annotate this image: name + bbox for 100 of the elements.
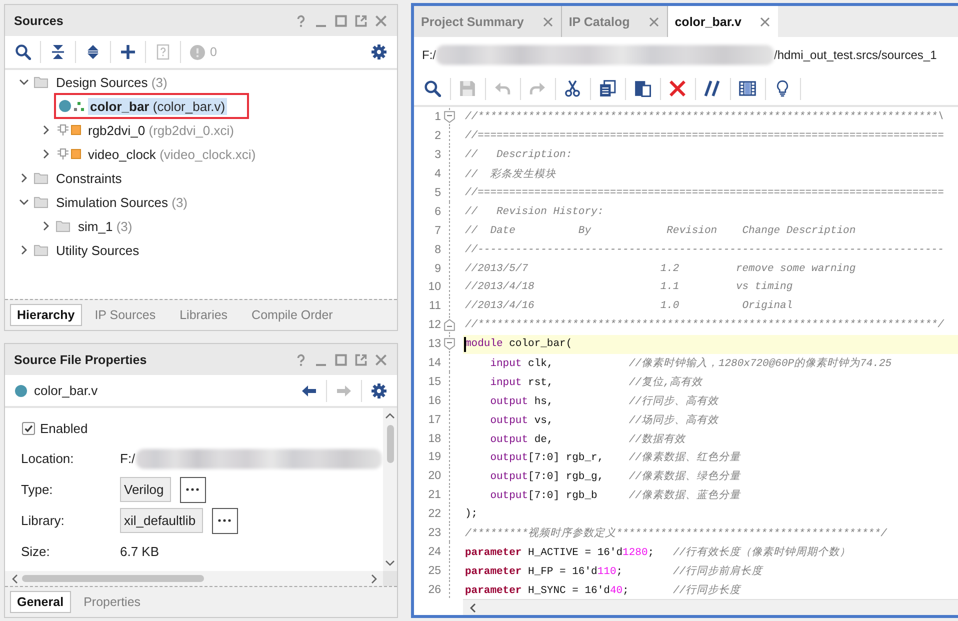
value-field[interactable]: xil_defaultlib (120, 508, 203, 533)
fold-start-icon[interactable] (444, 338, 454, 350)
comment-icon[interactable] (704, 80, 721, 97)
code-line: //*************************************************************************\ (465, 111, 944, 124)
line-number: 21 (427, 489, 441, 502)
maximize-icon[interactable] (335, 354, 347, 366)
scroll-right-icon[interactable] (371, 574, 377, 584)
column-select-icon[interactable] (739, 80, 756, 97)
tree-item[interactable]: Simulation Sources (3) (54, 194, 190, 210)
pop-out-icon[interactable] (355, 354, 367, 366)
scroll-down-icon[interactable] (385, 560, 395, 566)
panel-tab[interactable]: Compile Order (240, 304, 344, 326)
tree-item[interactable]: color_bar (color_bar.v) (88, 98, 228, 114)
code-line: output hs, //行同步、高有效 (489, 394, 718, 408)
code-line: /*********视频时序参数定义******************************************/ (465, 526, 887, 540)
code-line: output[7:0] rgb_g, //像素数据、绿色分量 (489, 469, 740, 484)
panel-title: Sources (14, 14, 64, 28)
delete-icon[interactable] (669, 80, 686, 97)
close-icon[interactable] (542, 16, 553, 26)
back-arrow-icon[interactable] (301, 382, 317, 398)
line-number: 9 (434, 262, 441, 275)
line-number: 13 (427, 338, 441, 350)
help-icon[interactable] (295, 14, 307, 26)
browse-button[interactable] (180, 476, 206, 502)
code-line: output de, //数据有效 (489, 432, 686, 446)
chevron-right-icon[interactable] (41, 221, 51, 231)
panel-tab[interactable]: Properties (72, 591, 152, 613)
value-field[interactable]: Verilog (120, 477, 171, 502)
tree-item[interactable]: sim_1 (3) (76, 218, 134, 234)
file-path-text: /hdmi_out_test.srcs/sources_1 (774, 48, 937, 62)
tree-item[interactable]: Constraints (54, 170, 124, 186)
scroll-left-icon[interactable] (470, 602, 476, 612)
chevron-down-icon[interactable] (19, 197, 29, 207)
checkbox[interactable] (22, 422, 35, 434)
scroll-left-icon[interactable] (12, 574, 18, 584)
text-cursor (464, 336, 466, 352)
line-number: 18 (427, 432, 441, 445)
code-line: output vs, //场同步、高有效 (489, 413, 718, 427)
panel-tab[interactable]: IP Sources (84, 304, 167, 326)
plus-icon[interactable] (120, 44, 136, 60)
ellipsis-icon (186, 488, 200, 491)
line-number: 11 (428, 300, 441, 312)
panel-tab[interactable]: Hierarchy (10, 304, 82, 326)
close-icon[interactable] (760, 16, 770, 26)
line-number: 24 (427, 546, 441, 558)
tree-item[interactable]: Utility Sources (54, 242, 142, 258)
tree-item[interactable]: Design Sources (3) (54, 74, 170, 90)
panel-tab[interactable]: General (10, 591, 71, 613)
code-line: parameter H_SYNC = 16'd40; //行同步长度 (465, 583, 741, 597)
browse-button[interactable] (212, 508, 238, 534)
close-icon[interactable] (648, 16, 659, 26)
search-icon[interactable] (424, 80, 441, 97)
scrollbar-thumb[interactable] (22, 575, 204, 582)
code-line: input rst, //复位,高有效 (489, 375, 703, 389)
tree-item[interactable]: video_clock (video_clock.xci) (86, 146, 258, 162)
chevron-right-icon[interactable] (19, 173, 29, 183)
collapse-all-icon[interactable] (50, 44, 66, 60)
expand-all-icon[interactable] (85, 44, 101, 60)
message-count: 0 (210, 45, 217, 59)
line-number: 25 (427, 564, 441, 577)
chip-icon (57, 124, 69, 136)
close-icon[interactable] (375, 354, 387, 366)
lightbulb-icon[interactable] (774, 80, 791, 97)
horizontal-scrollbar[interactable] (463, 599, 958, 615)
chevron-down-icon[interactable] (19, 77, 29, 87)
pop-out-icon[interactable] (355, 14, 367, 26)
line-number: 1 (434, 111, 441, 124)
line-number: 17 (427, 414, 441, 426)
paste-icon[interactable] (634, 80, 651, 97)
close-icon[interactable] (375, 14, 387, 26)
chevron-right-icon[interactable] (19, 245, 29, 255)
cut-icon[interactable] (564, 80, 581, 97)
folder-icon (34, 196, 48, 208)
chevron-right-icon[interactable] (41, 125, 51, 135)
file-name: color_bar.v (34, 383, 98, 398)
fold-end-icon[interactable] (444, 319, 454, 332)
settings-icon[interactable] (371, 44, 387, 60)
maximize-icon[interactable] (335, 14, 347, 26)
line-number: 4 (434, 168, 441, 180)
scrollbar-thumb[interactable] (386, 425, 394, 463)
editor-tab[interactable]: color_bar.v (668, 6, 778, 37)
line-number: 12 (427, 319, 441, 332)
copy-icon[interactable] (599, 80, 616, 97)
scroll-up-icon[interactable] (385, 413, 395, 419)
tree-item[interactable]: rgb2dvi_0 (rgb2dvi_0.xci) (86, 122, 236, 138)
horizontal-scrollbar[interactable] (5, 571, 383, 586)
chevron-right-icon[interactable] (41, 149, 51, 159)
folder-icon (34, 76, 48, 88)
property-value: 6.7 KB (120, 544, 160, 559)
status-dot-icon (59, 100, 71, 112)
fold-start-icon[interactable] (444, 111, 454, 124)
line-number: 20 (427, 470, 441, 482)
settings-icon[interactable] (371, 382, 387, 398)
line-number: 22 (427, 508, 441, 520)
search-icon[interactable] (15, 44, 31, 60)
help-icon[interactable] (295, 354, 307, 366)
panel-tab[interactable]: Libraries (168, 304, 239, 326)
hierarchy-icon (74, 102, 84, 110)
line-number: 23 (427, 527, 441, 540)
vertical-scrollbar[interactable] (383, 408, 397, 571)
